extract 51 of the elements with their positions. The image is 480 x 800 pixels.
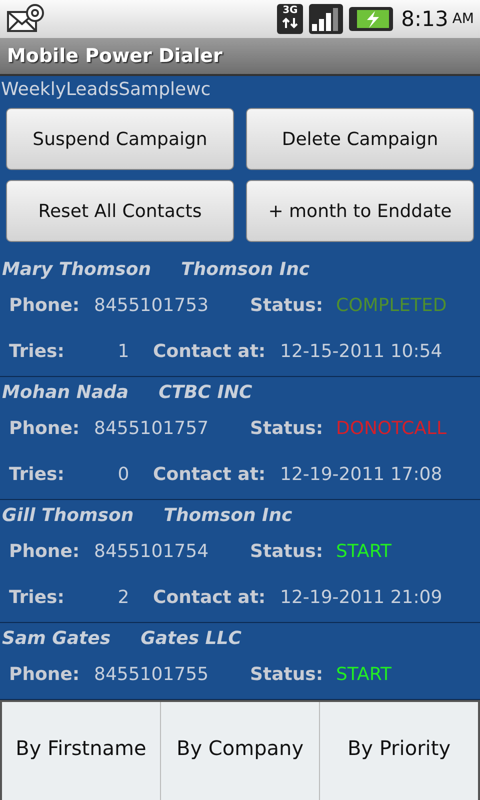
phone-label: Phone: <box>9 418 81 438</box>
clock-ampm: AM <box>452 11 474 27</box>
status-value: DONOTCALL <box>336 418 447 438</box>
phone-label: Phone: <box>9 664 81 684</box>
contact-name: Mohan Nada <box>2 382 129 402</box>
tries-label: Tries: <box>9 464 66 484</box>
campaign-action-button[interactable]: Suspend Campaign <box>6 108 234 170</box>
clock-time: 8:13 <box>401 7 448 31</box>
contact-date: 12-19-2011 17:08 <box>280 464 442 484</box>
campaign-name: WeeklyLeadsSamplewc <box>0 78 212 102</box>
company-name: CTBC INC <box>158 382 252 402</box>
phone-label: Phone: <box>9 294 81 316</box>
phone-number: 8455101754 <box>94 540 210 562</box>
contact-name: Sam Gates <box>2 628 111 648</box>
status-value: START <box>336 540 392 562</box>
tries-count: 1 <box>116 340 130 362</box>
contact-name: Mary Thomson <box>2 258 152 280</box>
tries-count: 0 <box>116 464 130 484</box>
contact-at-label: Contact at: <box>153 340 267 362</box>
signal-icon <box>309 4 344 34</box>
window-title: Mobile Power Dialer <box>7 45 222 67</box>
tries-label: Tries: <box>9 586 66 608</box>
status-value: START <box>336 664 392 684</box>
campaign-action-button[interactable]: Delete Campaign <box>246 108 474 170</box>
phone-label: Phone: <box>9 540 81 562</box>
mail-icon <box>6 4 46 34</box>
sort-menu-item[interactable]: By Company <box>161 702 320 800</box>
company-name: Thomson Inc <box>164 504 292 526</box>
status-label: Status: <box>250 294 324 316</box>
phone-number: 8455101755 <box>94 664 210 684</box>
status-label: Status: <box>250 664 324 684</box>
contact-date: 12-15-2011 10:54 <box>280 340 442 362</box>
tries-label: Tries: <box>9 340 66 362</box>
status-label: Status: <box>250 540 324 562</box>
phone-number: 8455101753 <box>94 294 210 316</box>
campaign-action-button[interactable]: + month to Enddate <box>246 180 474 242</box>
network-type-icon: 3G <box>277 4 304 34</box>
status-value: COMPLETED <box>336 294 447 316</box>
tries-count: 2 <box>116 586 130 608</box>
company-name: Thomson Inc <box>181 258 310 280</box>
campaign-action-button[interactable]: Reset All Contacts <box>6 180 234 242</box>
battery-charging-icon <box>349 4 394 34</box>
company-name: Gates LLC <box>140 628 242 648</box>
contact-name: Gill Thomson <box>2 504 134 526</box>
sort-menu-item[interactable]: By Firstname <box>2 702 161 800</box>
status-label: Status: <box>250 418 324 438</box>
phone-number: 8455101757 <box>94 418 210 438</box>
contact-at-label: Contact at: <box>153 464 267 484</box>
contact-date: 12-19-2011 21:09 <box>280 586 442 608</box>
sort-menu-item[interactable]: By Priority <box>320 702 478 800</box>
contact-at-label: Contact at: <box>153 586 267 608</box>
